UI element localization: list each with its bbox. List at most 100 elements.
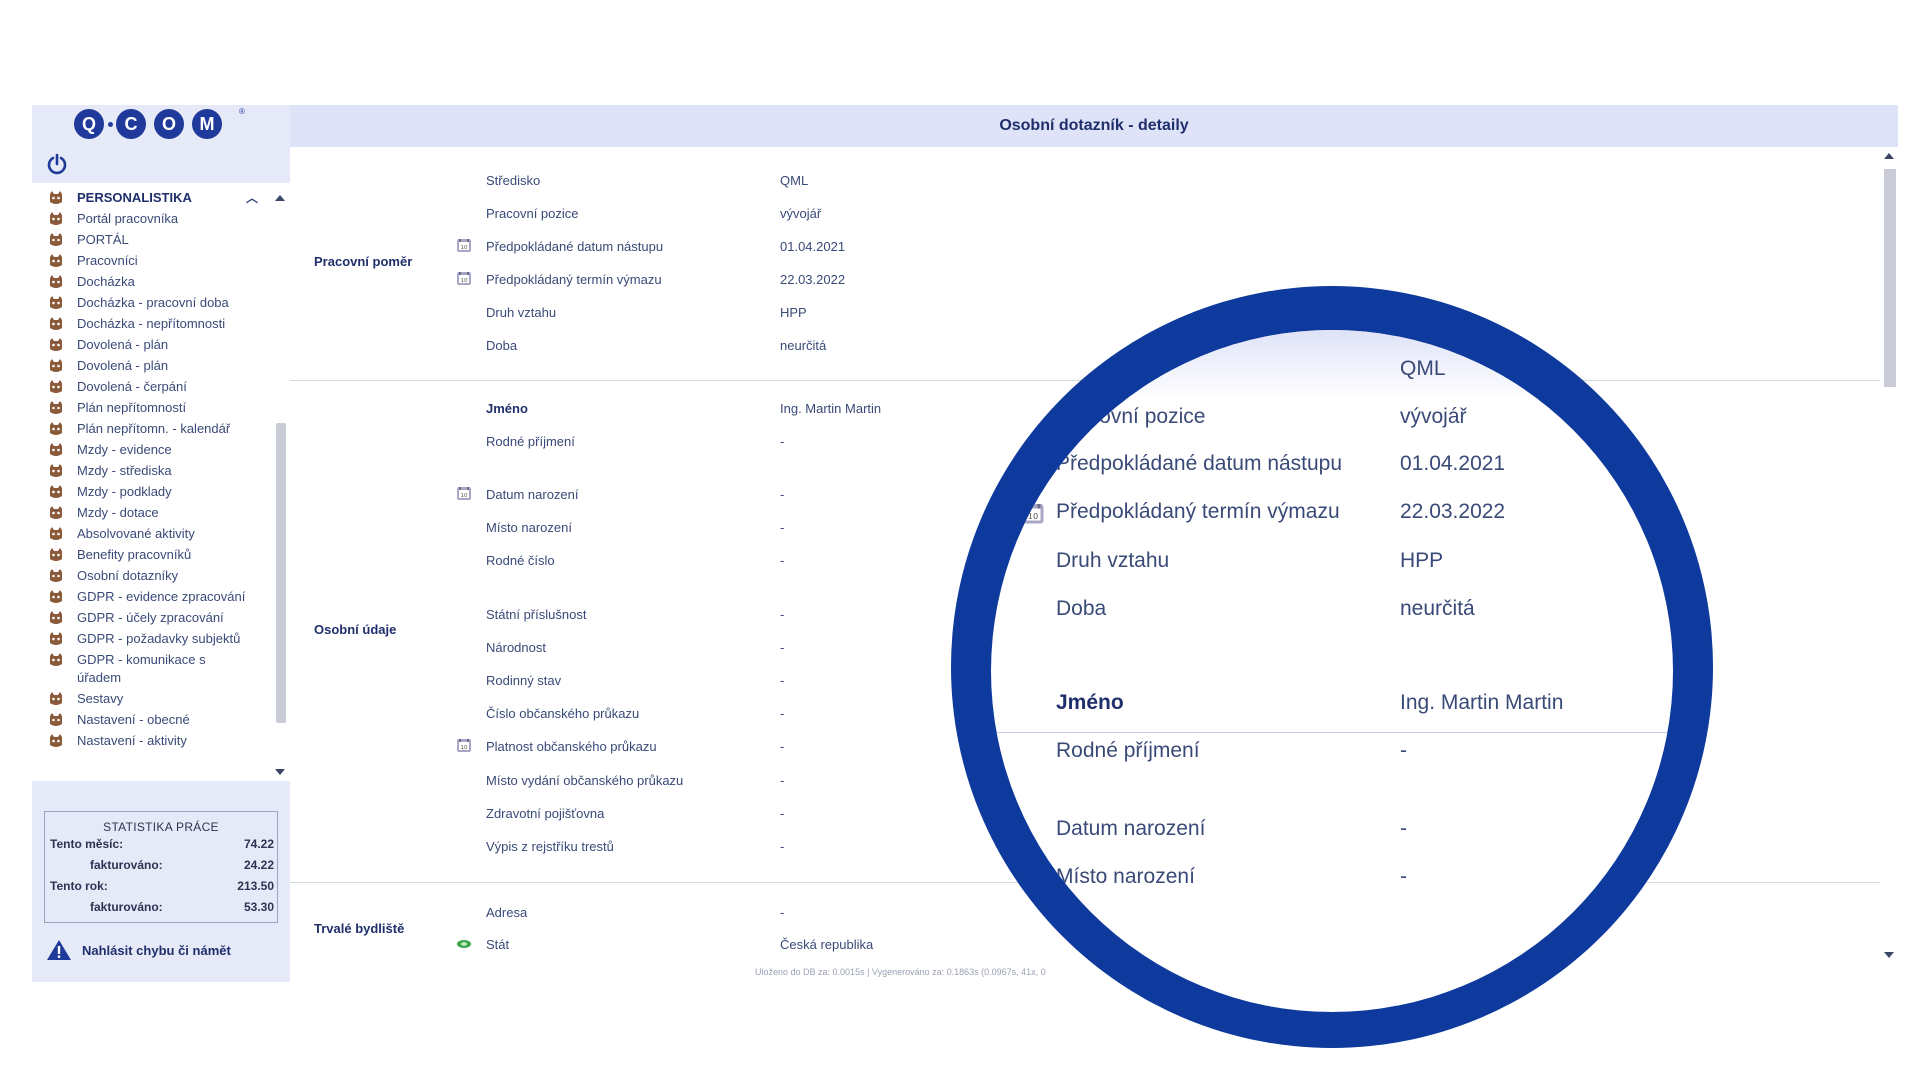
stats-year-billed-label: fakturováno: [90, 900, 163, 914]
sidebar-item-mzdy-strediska[interactable]: Mzdy - střediska [32, 459, 272, 480]
sidebar-item-label: Docházka - pracovní doba [77, 295, 229, 310]
field-label-predpokladane-datum-nastupu: Předpokládané datum nástupu [486, 239, 664, 254]
sidebar-item-gdpr-evidence-zpracovani[interactable]: GDPR - evidence zpracování [32, 585, 272, 606]
field-value-rodne-cislo: - [780, 553, 785, 568]
field-label-misto-vydani-obcanskeho-prukazu: Místo vydání občanského průkazu [486, 773, 684, 788]
stats-month-row: Tento měsíc: 74.22 [45, 834, 277, 855]
report-bug-link[interactable]: Nahlásit chybu či námět [46, 939, 231, 961]
cat-icon [50, 254, 62, 267]
sidebar-item-dochazka-nepritomnosti[interactable]: Docházka - nepřítomnosti [32, 312, 272, 333]
sidebar-item-label: GDPR - komunikace s úřadem [77, 652, 206, 685]
magnified-label-rodne-prijmeni: Rodné příjmení [1056, 739, 1200, 762]
scroll-up-arrow-icon[interactable] [1884, 153, 1894, 159]
field-value-predpokladane-datum-nastupu: 01.04.2021 [780, 239, 846, 254]
sidebar-item-label: Docházka [77, 274, 135, 289]
calendar-icon[interactable]: 10 [456, 270, 472, 286]
magnified-label-jmeno: Jméno [1056, 691, 1124, 714]
field-value-rodne-prijmeni: - [780, 434, 785, 449]
calendar-icon[interactable]: 10 [456, 485, 472, 501]
sidebar-item-mzdy-evidence[interactable]: Mzdy - evidence [32, 438, 272, 459]
magnified-label-doba: Doba [1056, 597, 1107, 620]
sidebar-item-osobni-dotazniky[interactable]: Osobní dotazníky [32, 564, 272, 585]
render-timing-footer: Uloženo do DB za: 0.0015s | Vygenerováno… [755, 967, 1046, 977]
svg-text:10: 10 [1028, 511, 1039, 521]
sidebar-item-pracovnici[interactable]: Pracovníci [32, 249, 272, 270]
scrollbar-thumb[interactable] [276, 423, 286, 723]
logo-letter-m: M [192, 109, 222, 139]
calendar-icon: 10 [1022, 456, 1044, 476]
cat-icon [50, 359, 62, 372]
cat-icon [50, 338, 62, 351]
sidebar-item-nastaveni-obecne[interactable]: Nastavení - obecné [32, 708, 272, 729]
chevron-up-icon[interactable]: ︿ [246, 189, 258, 207]
sidebar-item-gdpr-komunikace-s-uradem[interactable]: GDPR - komunikace s úřadem [32, 648, 272, 687]
sidebar-item-dochazka-pracovni-doba[interactable]: Docházka - pracovní doba [32, 291, 272, 312]
scroll-up-arrow-icon[interactable] [275, 195, 285, 201]
cat-icon [50, 692, 62, 705]
field-value-rodinny-stav: - [780, 673, 785, 688]
sidebar-item-label: Mzdy - evidence [77, 442, 172, 457]
sidebar-item-label: Plán nepřítomn. - kalendář [77, 421, 231, 436]
cat-icon [50, 380, 62, 393]
scroll-down-arrow-icon[interactable] [275, 769, 285, 775]
scroll-down-arrow-icon[interactable] [1884, 952, 1894, 958]
logo-letter-q: Q [74, 109, 104, 139]
power-icon[interactable] [46, 153, 68, 175]
magnified-label-predpokladany-termin-vymazu: Předpokládaný termín výmazu [1056, 500, 1340, 523]
sidebar-item-label: Dovolená - plán [77, 358, 169, 373]
warning-icon [47, 940, 71, 960]
sidebar-item-gdpr-ucely-zpracovani[interactable]: GDPR - účely zpracování [32, 606, 272, 627]
sidebar-item-portal-pracovnika[interactable]: Portál pracovníka [32, 207, 272, 228]
sidebar-item-dovolena-plan[interactable]: Dovolená - plán [32, 333, 272, 354]
sidebar-item-sestavy[interactable]: Sestavy [32, 687, 272, 708]
magnified-value-jmeno: Ing. Martin Martin [1400, 691, 1564, 714]
qcom-logo[interactable]: Q C O M ® [32, 105, 290, 150]
sidebar-item-mzdy-dotace[interactable]: Mzdy - dotace [32, 501, 272, 522]
field-label-druh-vztahu: Druh vztahu [486, 305, 557, 320]
sidebar-item-nastaveni-aktivity[interactable]: Nastavení - aktivity [32, 729, 272, 750]
section-label-personal: Osobní údaje [314, 622, 397, 637]
registered-mark: ® [239, 107, 245, 116]
cat-icon [50, 632, 62, 645]
magnified-value-druh-vztahu: HPP [1400, 549, 1444, 572]
cat-icon [50, 548, 62, 561]
cat-icon [50, 443, 62, 456]
calendar-icon[interactable]: 10 [456, 237, 472, 253]
sidebar-item-dovolena-plan[interactable]: Dovolená - plán [32, 354, 272, 375]
field-label-misto-narozeni: Místo narození [486, 520, 572, 535]
magnified-label-misto-narozeni: Místo narození [1056, 865, 1195, 888]
sidebar-item-plan-nepritomnosti[interactable]: Plán nepřítomností [32, 396, 272, 417]
sidebar-item-benefity-pracovniku[interactable]: Benefity pracovníků [32, 543, 272, 564]
field-value-adresa: - [780, 905, 785, 920]
magnified-label-datum-narozeni: Datum narození [1056, 817, 1206, 840]
cat-icon [50, 191, 62, 204]
menu-items: Portál pracovníka PORTÁL Pracovníci Docházk… [32, 207, 272, 750]
sidebar-item-absolvovane-aktivity[interactable]: Absolvované aktivity [32, 522, 272, 543]
magnifier-view: Středisko QML Pracovní pozice vývojář Předpo… [991, 330, 1673, 1012]
field-value-narodnost: - [780, 640, 785, 655]
sidebar-item-portal[interactable]: PORTÁL [32, 228, 272, 249]
field-label-platnost-obcanskeho-prukazu: Platnost občanského průkazu [486, 739, 657, 754]
cat-icon [50, 422, 62, 435]
magnified-label-predpokladane-datum-nastupu: Předpokládané datum nástupu [1056, 452, 1343, 475]
field-label-rodne-prijmeni: Rodné příjmení [486, 434, 575, 449]
sidebar-item-dochazka[interactable]: Docházka [32, 270, 272, 291]
sidebar-item-label: Mzdy - střediska [77, 463, 172, 478]
sidebar-item-dovolena-cerpani[interactable]: Dovolená - čerpání [32, 375, 272, 396]
svg-text:10: 10 [461, 493, 468, 499]
sidebar-item-gdpr-pozadavky-subjektu[interactable]: GDPR - požadavky subjektů [32, 627, 272, 648]
stats-month-billed-value: 24.22 [243, 858, 274, 872]
main-scrollbar[interactable] [1880, 147, 1898, 964]
field-value-doba: neurčitá [780, 338, 827, 353]
magnified-value-stredisko: QML [1400, 357, 1446, 380]
field-label-cislo-obcanskeho-prukazu: Číslo občanského průkazu [486, 706, 640, 721]
cat-icon [50, 485, 62, 498]
scrollbar-thumb[interactable] [1884, 169, 1896, 387]
field-label-stredisko: Středisko [486, 173, 541, 188]
sidebar-item-mzdy-podklady[interactable]: Mzdy - podklady [32, 480, 272, 501]
sidebar-item-plan-nepritomn-kalendar[interactable]: Plán nepřítomn. - kalendář [32, 417, 272, 438]
calendar-icon[interactable]: 10 [456, 737, 472, 753]
calendar-icon: 10 [1022, 504, 1044, 524]
menu-scrollbar[interactable] [272, 183, 290, 781]
menu-section-personalistika[interactable]: PERSONALISTIKA ︿ [32, 183, 272, 207]
